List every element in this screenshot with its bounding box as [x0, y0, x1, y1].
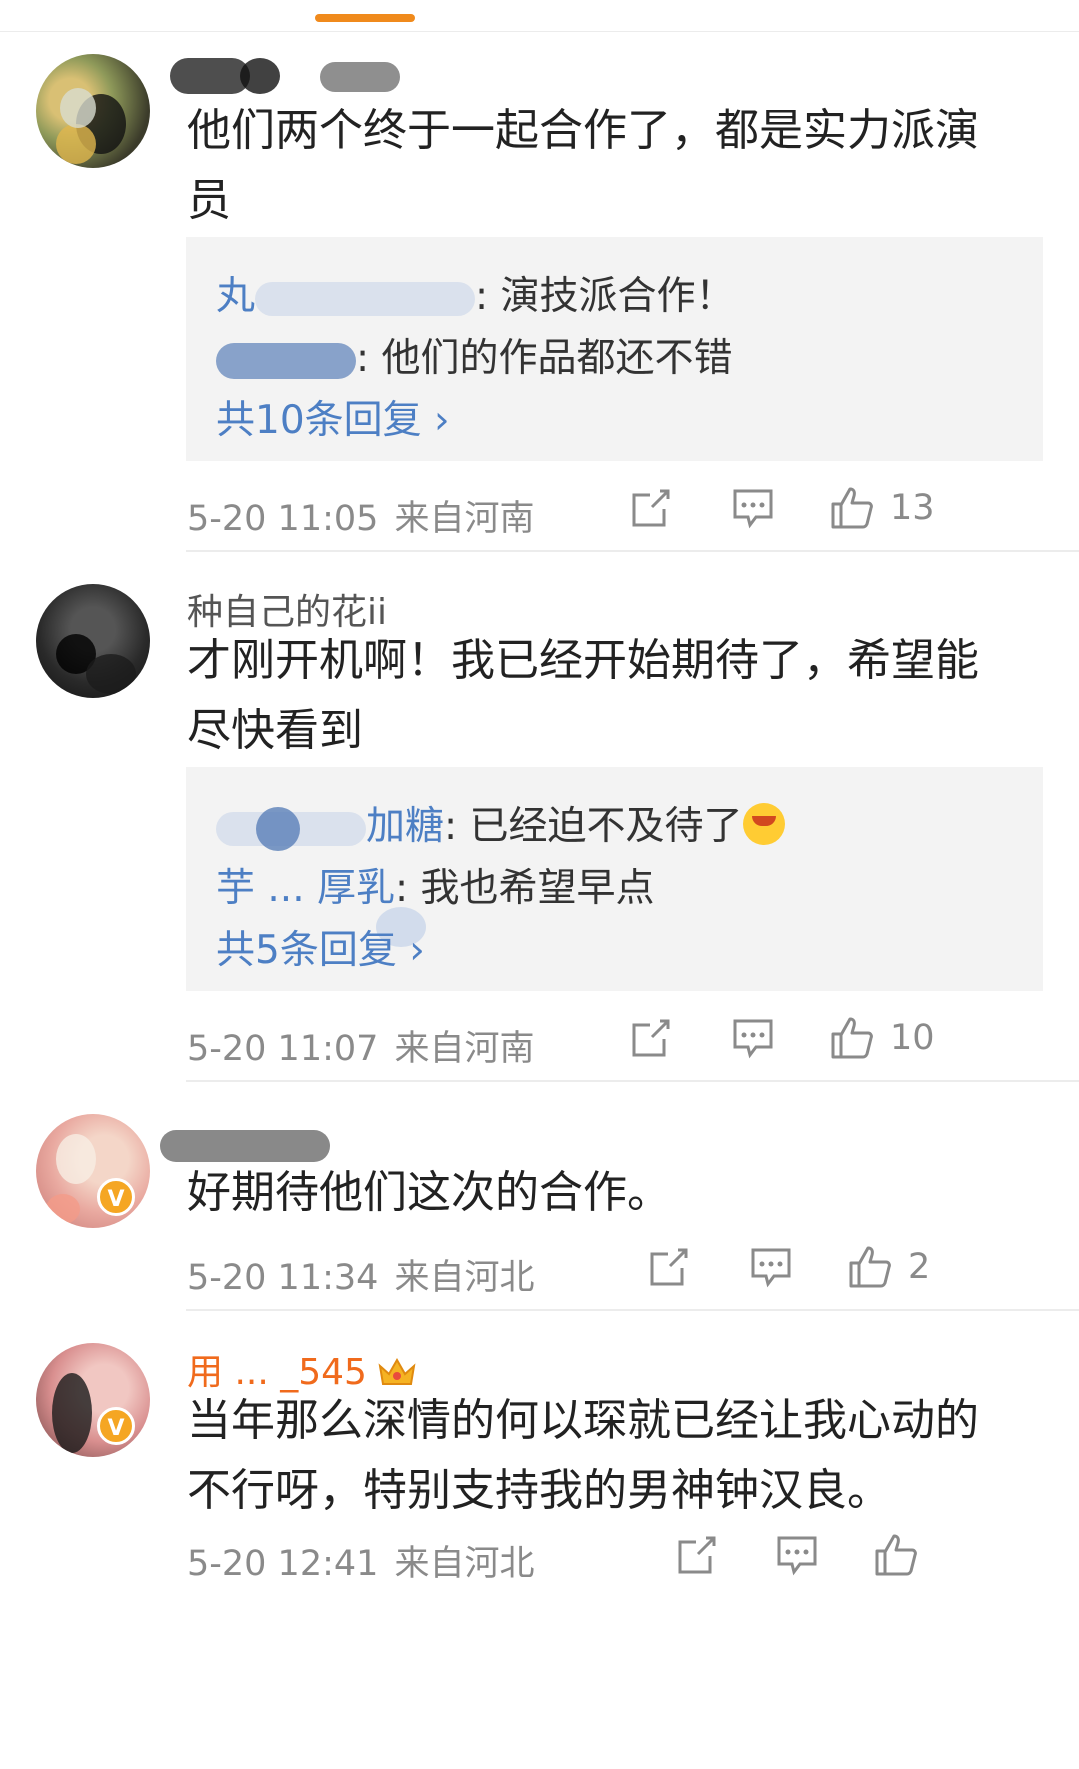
verified-badge-icon: V — [97, 1178, 135, 1216]
like-button[interactable]: 10 — [830, 1013, 935, 1063]
share-icon — [632, 1019, 670, 1057]
reply-item[interactable]: 芋 ... 厚乳: 我也希望早点 — [216, 857, 655, 913]
repost-button[interactable] — [630, 1013, 672, 1063]
active-tab-indicator — [315, 14, 415, 22]
comment-date: 5-20 11:05 — [187, 499, 379, 539]
comment-text: 才刚开机啊！我已经开始期待了，希望能尽快看到 — [187, 635, 979, 756]
avatar[interactable] — [36, 584, 150, 698]
crown-icon — [378, 1357, 416, 1385]
thumbs-up-icon — [831, 1017, 873, 1059]
reply-box[interactable]: 丸 : 演技派合作！ : 他们的作品都还不错 共10条回复 › — [186, 237, 1043, 461]
laughing-emoji-icon — [742, 803, 785, 845]
comment-text: 当年那么深情的何以琛就已经让我心动的不行呀，特别支持我的男神钟汉良。 — [187, 1395, 979, 1516]
reply-item[interactable]: : 他们的作品都还不错 — [216, 327, 733, 383]
avatar[interactable] — [36, 1114, 150, 1228]
comment-source: 来自河南 — [394, 1029, 535, 1069]
thumbs-up-icon — [849, 1246, 891, 1288]
comment-divider — [186, 1309, 1079, 1311]
like-count: 10 — [890, 1018, 935, 1058]
repost-button[interactable] — [648, 1242, 690, 1292]
verified-badge-icon: V — [97, 1407, 135, 1445]
comment-date: 5-20 12:41 — [187, 1544, 379, 1584]
thumbs-up-icon — [831, 487, 873, 529]
comment-source: 来自河南 — [394, 499, 535, 539]
reply-item[interactable]: 加糖: 已经迫不及待了 — [216, 795, 785, 851]
comment-button[interactable] — [750, 1242, 792, 1292]
comment-button[interactable] — [732, 483, 774, 533]
reply-text: : 我也希望早点 — [395, 866, 655, 911]
comment-divider — [186, 1080, 1079, 1082]
reply-username-blur — [216, 342, 356, 379]
thumbs-up-icon — [875, 1534, 917, 1576]
comment-text: 好期待他们这次的合作。 — [187, 1167, 671, 1218]
reply-username[interactable]: 加糖 — [366, 804, 444, 849]
reply-username-blur — [255, 281, 476, 316]
like-button[interactable]: 2 — [848, 1242, 930, 1292]
comment-button[interactable] — [776, 1530, 818, 1580]
username-blurred — [170, 56, 410, 96]
like-button[interactable] — [874, 1530, 934, 1580]
comment-meta: 5-20 11:07 来自河南 — [187, 1020, 534, 1071]
avatar[interactable] — [36, 1343, 150, 1457]
more-replies-link[interactable]: 共10条回复 › — [216, 389, 450, 445]
reply-username[interactable]: 丸 — [216, 274, 255, 319]
more-replies-link[interactable]: 共5条回复 › — [216, 919, 425, 975]
comment-icon — [751, 1248, 791, 1288]
comment-meta: 5-20 11:05 来自河南 — [187, 490, 534, 541]
reply-text: : 他们的作品都还不错 — [356, 336, 733, 381]
comment-date: 5-20 11:07 — [187, 1029, 379, 1069]
share-icon — [650, 1248, 688, 1286]
comment-divider — [186, 550, 1079, 552]
like-count: 2 — [908, 1247, 931, 1287]
like-count: 13 — [890, 488, 935, 528]
comment-button[interactable] — [732, 1013, 774, 1063]
comment-icon — [733, 1019, 773, 1059]
repost-button[interactable] — [630, 483, 672, 533]
repost-button[interactable] — [676, 1530, 718, 1580]
comment-text: 他们两个终于一起合作了，都是实力派演员 — [187, 105, 979, 226]
comment-source: 来自河北 — [394, 1258, 535, 1298]
reply-text: : 已经迫不及待了 — [444, 804, 743, 849]
comment-icon — [733, 489, 773, 529]
share-icon — [632, 489, 670, 527]
like-button[interactable]: 13 — [830, 483, 935, 533]
reply-text: : 演技派合作！ — [475, 274, 735, 319]
comment-meta: 5-20 11:34 来自河北 — [187, 1249, 534, 1300]
share-icon — [678, 1536, 716, 1574]
reply-username[interactable]: 芋 ... 厚乳 — [216, 866, 395, 911]
comment-meta: 5-20 12:41 来自河北 — [187, 1535, 534, 1586]
reply-box[interactable]: 加糖: 已经迫不及待了 芋 ... 厚乳: 我也希望早点 共5条回复 › — [186, 767, 1043, 991]
comment-date: 5-20 11:34 — [187, 1258, 379, 1298]
comment-source: 来自河北 — [394, 1544, 535, 1584]
avatar[interactable] — [36, 54, 150, 168]
top-divider — [0, 31, 1079, 32]
comment-icon — [777, 1536, 817, 1576]
reply-item[interactable]: 丸 : 演技派合作！ — [216, 265, 735, 321]
